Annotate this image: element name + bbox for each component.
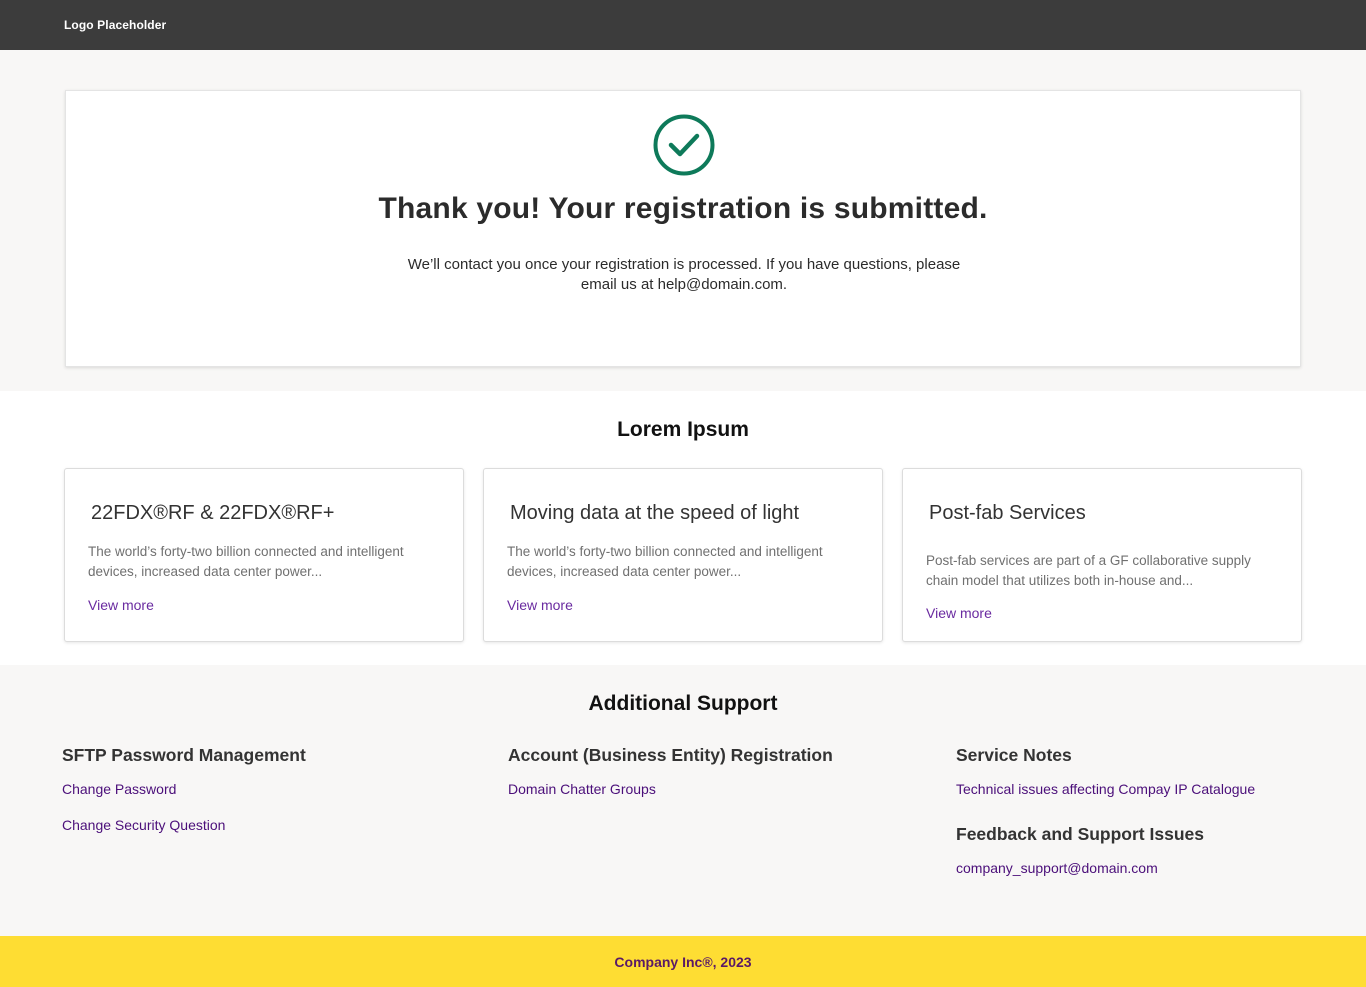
top-bar: Logo Placeholder [0, 0, 1366, 50]
support-section-title: Additional Support [588, 692, 778, 715]
technical-issues-link[interactable]: Technical issues affecting Compay IP Cat… [956, 781, 1255, 797]
card-description: The world’s forty-two billion connected … [507, 544, 823, 579]
footer: Company Inc®, 2023 [0, 936, 1366, 987]
check-circle-icon [653, 114, 715, 176]
change-security-question-link[interactable]: Change Security Question [62, 817, 225, 833]
view-more-link[interactable]: View more [926, 605, 992, 621]
card-title: Moving data at the speed of light [510, 502, 800, 524]
support-email-link[interactable]: company_support@domain.com [956, 860, 1158, 876]
support-heading: Account (Business Entity) Registration [508, 745, 833, 765]
article-card: 22FDX®RF & 22FDX®RF+ The world’s forty-t… [64, 468, 464, 642]
confirmation-message: We’ll contact you once your registration… [407, 256, 961, 293]
confirmation-title: Thank you! Your registration is submitte… [378, 192, 988, 225]
confirmation-section: Thank you! Your registration is submitte… [0, 50, 1366, 391]
card-description: The world’s forty-two billion connected … [88, 544, 404, 579]
logo-placeholder[interactable]: Logo Placeholder [64, 18, 166, 32]
card-title: 22FDX®RF & 22FDX®RF+ [91, 502, 335, 524]
lorem-section-title: Lorem Ipsum [617, 418, 749, 441]
support-heading: SFTP Password Management [62, 745, 306, 765]
article-card: Post-fab Services Post-fab services are … [902, 468, 1302, 642]
confirmation-card: Thank you! Your registration is submitte… [65, 90, 1301, 367]
copyright-text: Company Inc®, 2023 [614, 953, 752, 970]
view-more-link[interactable]: View more [88, 597, 154, 613]
domain-chatter-groups-link[interactable]: Domain Chatter Groups [508, 781, 656, 797]
article-card: Moving data at the speed of light The wo… [483, 468, 883, 642]
change-password-link[interactable]: Change Password [62, 781, 176, 797]
card-title: Post-fab Services [929, 502, 1086, 524]
card-description: Post-fab services are part of a GF colla… [926, 553, 1251, 588]
additional-support-section: Additional Support SFTP Password Managem… [0, 665, 1366, 936]
support-heading: Service Notes [956, 745, 1072, 765]
lorem-section: Lorem Ipsum 22FDX®RF & 22FDX®RF+ The wor… [0, 391, 1366, 665]
view-more-link[interactable]: View more [507, 597, 573, 613]
support-heading: Feedback and Support Issues [956, 824, 1204, 844]
